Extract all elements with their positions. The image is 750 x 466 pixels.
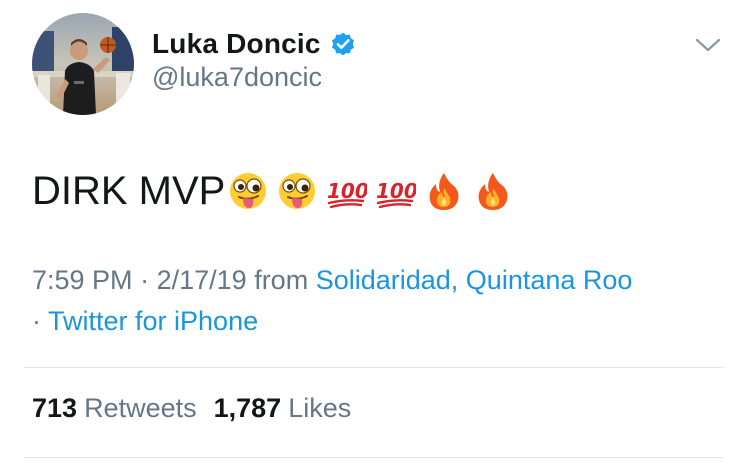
tweet-metadata: 7:59 PM · 2/17/19 from Solidaridad, Quin… (32, 260, 722, 342)
retweets-count: 713 (32, 393, 78, 423)
likes-count: 1,787 (213, 393, 282, 423)
divider (24, 367, 724, 368)
verified-badge-icon (329, 30, 357, 58)
tweet-detail: Luka Doncic @luka7doncic DIRK MVP 100 10… (0, 0, 750, 466)
hundred-points-icon: 100 (374, 170, 416, 212)
winking-face-with-tongue-icon (227, 170, 269, 212)
profile-photo-icon (32, 13, 134, 115)
hundred-points-icon: 100 (325, 170, 367, 212)
name-row: Luka Doncic (152, 22, 357, 66)
source-link[interactable]: Twitter for iPhone (48, 306, 258, 336)
tweet-text: DIRK MVP 100 100 (32, 166, 521, 216)
chevron-down-icon[interactable] (694, 34, 722, 56)
tweet-text-content: DIRK MVP (32, 168, 226, 213)
location-link[interactable]: Solidaridad, Quintana Roo (316, 265, 633, 295)
retweets-stat[interactable]: 713 Retweets (32, 393, 197, 424)
engagement-stats: 713 Retweets 1,787 Likes (32, 393, 351, 424)
separator-dot: · (32, 306, 49, 336)
separator-dot: · (140, 265, 157, 295)
divider (24, 457, 724, 458)
from-label: from (254, 265, 316, 295)
likes-label: Likes (288, 393, 352, 423)
retweets-label: Retweets (84, 393, 197, 423)
user-handle[interactable]: @luka7doncic (152, 62, 322, 93)
tweet-date: 2/17/19 (156, 265, 247, 295)
display-name[interactable]: Luka Doncic (152, 28, 321, 60)
avatar[interactable] (32, 13, 134, 115)
winking-face-with-tongue-icon (276, 170, 318, 212)
fire-icon (472, 170, 514, 212)
fire-icon (423, 170, 465, 212)
emoji-row: 100 100 (227, 170, 521, 212)
likes-stat[interactable]: 1,787 Likes (214, 393, 352, 424)
tweet-time: 7:59 PM (32, 265, 133, 295)
